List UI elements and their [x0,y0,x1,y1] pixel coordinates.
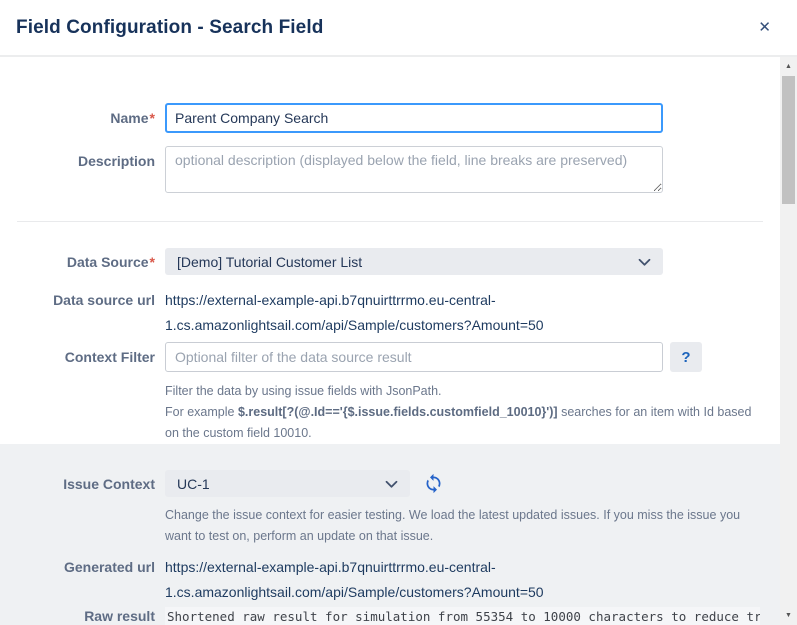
vertical-scrollbar[interactable]: ▲ ▼ [780,57,797,625]
name-label: Name* [20,110,155,126]
data-source-selected-value: [Demo] Tutorial Customer List [177,254,362,270]
dialog-body: Name* Description Data Source* [Demo] Tu… [0,57,780,625]
context-filter-help-row: Filter the data by using issue fields wi… [20,381,760,444]
context-filter-row: Context Filter ? [20,342,760,372]
context-filter-help-text: Filter the data by using issue fields wi… [165,381,757,444]
required-asterisk: * [150,254,155,270]
issue-context-controls: UC-1 [165,470,446,497]
refresh-icon[interactable] [421,471,446,496]
data-source-url-label: Data source url [20,288,155,313]
description-label: Description [20,146,155,170]
help-button[interactable]: ? [670,342,702,372]
dialog-header: Field Configuration - Search Field ✕ [0,0,797,57]
data-source-label: Data Source* [20,254,155,270]
issue-context-help-text: Change the issue context for easier test… [165,505,757,547]
data-source-select[interactable]: [Demo] Tutorial Customer List [165,248,663,275]
data-source-url-value: https://external-example-api.b7qnuirttrr… [165,288,663,338]
data-source-row: Data Source* [Demo] Tutorial Customer Li… [20,248,760,275]
generated-url-row: Generated url https://external-example-a… [20,555,760,605]
scroll-down-icon[interactable]: ▼ [780,607,797,624]
raw-result-row: Raw result Shortened raw result for simu… [20,607,760,625]
issue-context-label: Issue Context [20,476,155,492]
chevron-down-icon [638,254,651,270]
chevron-down-icon [385,476,398,492]
section-divider [17,221,763,222]
raw-result-label: Raw result [20,607,155,625]
generated-url-label: Generated url [20,555,155,580]
scrollbar-thumb[interactable] [782,76,795,204]
configuration-section: Name* Description Data Source* [Demo] Tu… [0,57,780,444]
issue-context-select[interactable]: UC-1 [165,470,410,497]
generated-url-value: https://external-example-api.b7qnuirttrr… [165,555,663,605]
name-row: Name* [20,103,760,133]
description-row: Description [20,146,760,193]
jsonpath-example-code: $.result[?(@.Id=='{$.issue.fields.custom… [238,405,558,419]
context-filter-controls: ? [165,342,702,372]
context-filter-input[interactable] [165,342,663,372]
issue-context-selected-value: UC-1 [177,476,210,492]
data-source-url-row: Data source url https://external-example… [20,288,760,338]
scroll-up-icon[interactable]: ▲ [780,58,797,75]
close-icon[interactable]: ✕ [752,16,777,39]
dialog-title: Field Configuration - Search Field [16,17,323,39]
issue-context-help-row: Change the issue context for easier test… [20,505,760,547]
issue-context-row: Issue Context UC-1 [20,470,760,497]
raw-result-value: Shortened raw result for simulation from… [165,607,760,625]
field-configuration-dialog: Field Configuration - Search Field ✕ Nam… [0,0,797,625]
required-asterisk: * [150,110,155,126]
context-filter-label: Context Filter [20,349,155,365]
testing-section: Issue Context UC-1 Change the issue cont [0,444,780,625]
name-input[interactable] [165,103,663,133]
description-textarea[interactable] [165,146,663,193]
